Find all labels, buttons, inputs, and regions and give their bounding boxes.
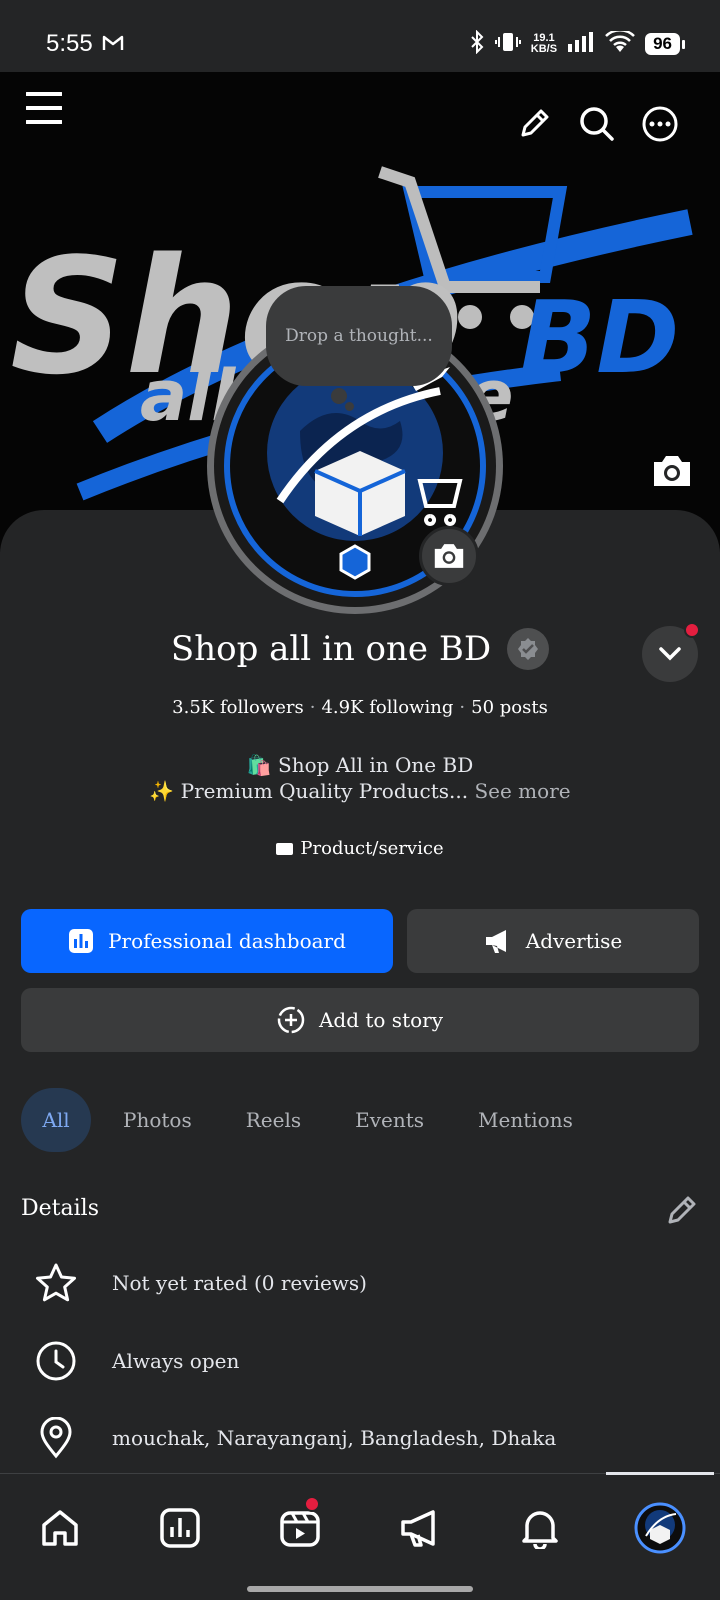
thought-placeholder: Drop a thought... [285,326,433,346]
megaphone-nav-icon[interactable] [384,1496,456,1560]
cover-text-bd: BD [520,279,679,396]
pencil-icon[interactable] [512,102,556,146]
bio-line-2: ✨ Premium Quality Products... See more [0,778,720,804]
dashboard-nav-icon[interactable] [144,1496,216,1560]
net-speed: 19.1 KB/S [531,33,557,55]
notification-dot [684,622,700,638]
thought-bubble-tail-small [345,402,354,411]
stats-separator: · [459,697,466,718]
add-to-story-button[interactable]: Add to story [21,988,699,1052]
status-icons: 19.1 KB/S 96 [469,29,685,58]
drop-thought-bubble[interactable]: Drop a thought... [266,286,452,386]
net-speed-unit: KB/S [530,43,558,55]
thought-bubble-tail [331,388,347,404]
profile-avatar[interactable] [624,1496,696,1560]
battery-indicator: 96 [645,33,685,55]
category-label: Product/service [300,838,444,859]
rating-text: Not yet rated (0 reviews) [112,1271,367,1295]
page-name-row: Shop all in one BD [0,628,720,670]
location-pin-icon [0,1417,112,1459]
status-time: 5:55 [46,30,93,57]
details-heading: Details [21,1196,99,1221]
expand-profile-button[interactable] [642,622,700,682]
add-story-icon [277,1006,305,1034]
stats-separator: · [309,697,316,718]
reels-icon[interactable] [264,1496,336,1560]
detail-hours-row[interactable]: Always open [0,1331,720,1391]
detail-rating-row[interactable]: Not yet rated (0 reviews) [0,1253,720,1313]
tab-reels[interactable]: Reels [224,1088,323,1152]
active-tab-indicator [606,1472,714,1475]
following-count[interactable]: 4.9K following [321,697,453,718]
page-category: Product/service [0,838,720,859]
add-to-story-label: Add to story [318,1008,444,1032]
more-icon[interactable] [638,102,682,146]
profile-bio: 🛍️ Shop All in One BD ✨ Premium Quality … [0,752,720,804]
bell-icon[interactable] [504,1496,576,1560]
profile-camera-icon[interactable] [419,526,479,586]
bottom-navigation [0,1472,720,1600]
detail-location-row[interactable]: mouchak, Narayanganj, Bangladesh, Dhaka [0,1408,720,1468]
hours-text: Always open [112,1349,240,1373]
see-more-link[interactable]: See more [474,779,570,803]
bluetooth-icon [469,29,485,58]
menu-icon[interactable] [22,86,66,130]
profile-stats: 3.5K followers · 4.9K following · 50 posts [0,697,720,718]
wifi-icon [605,29,635,57]
professional-dashboard-label: Professional dashboard [108,929,346,953]
clock-icon [0,1340,112,1382]
dashboard-icon [69,929,94,953]
advertise-label: Advertise [525,929,623,953]
status-bar: 5:55 19.1 KB/S 96 [0,0,720,72]
gmail-icon [102,34,124,56]
reels-notification-dot [304,1496,320,1512]
profile-tabs: All Photos Reels Events Mentions [21,1088,605,1152]
search-icon[interactable] [575,102,619,146]
location-text: mouchak, Narayanganj, Bangladesh, Dhaka [112,1426,557,1450]
cover-camera-icon[interactable] [650,452,694,494]
tab-all[interactable]: All [21,1088,91,1152]
category-icon [276,842,294,855]
megaphone-icon [485,930,506,953]
bio-line-1: 🛍️ Shop All in One BD [246,753,474,777]
chevron-down-icon [659,647,681,661]
star-icon [0,1262,112,1304]
tab-events[interactable]: Events [333,1088,446,1152]
home-icon[interactable] [24,1496,96,1560]
bio-line-2-text: ✨ Premium Quality Products... [149,779,469,803]
vibrate-icon [494,30,521,58]
home-gesture-bar[interactable] [247,1586,473,1592]
edit-details-icon[interactable] [664,1194,698,1232]
signal-icon [567,31,595,57]
professional-dashboard-button[interactable]: Professional dashboard [21,909,393,973]
posts-count[interactable]: 50 posts [471,697,548,718]
page-name: Shop all in one BD [170,629,492,669]
tab-mentions[interactable]: Mentions [456,1088,595,1152]
tab-photos[interactable]: Photos [101,1088,214,1152]
followers-count[interactable]: 3.5K followers [172,697,304,718]
advertise-button[interactable]: Advertise [407,909,699,973]
verified-badge-icon[interactable] [507,628,550,670]
